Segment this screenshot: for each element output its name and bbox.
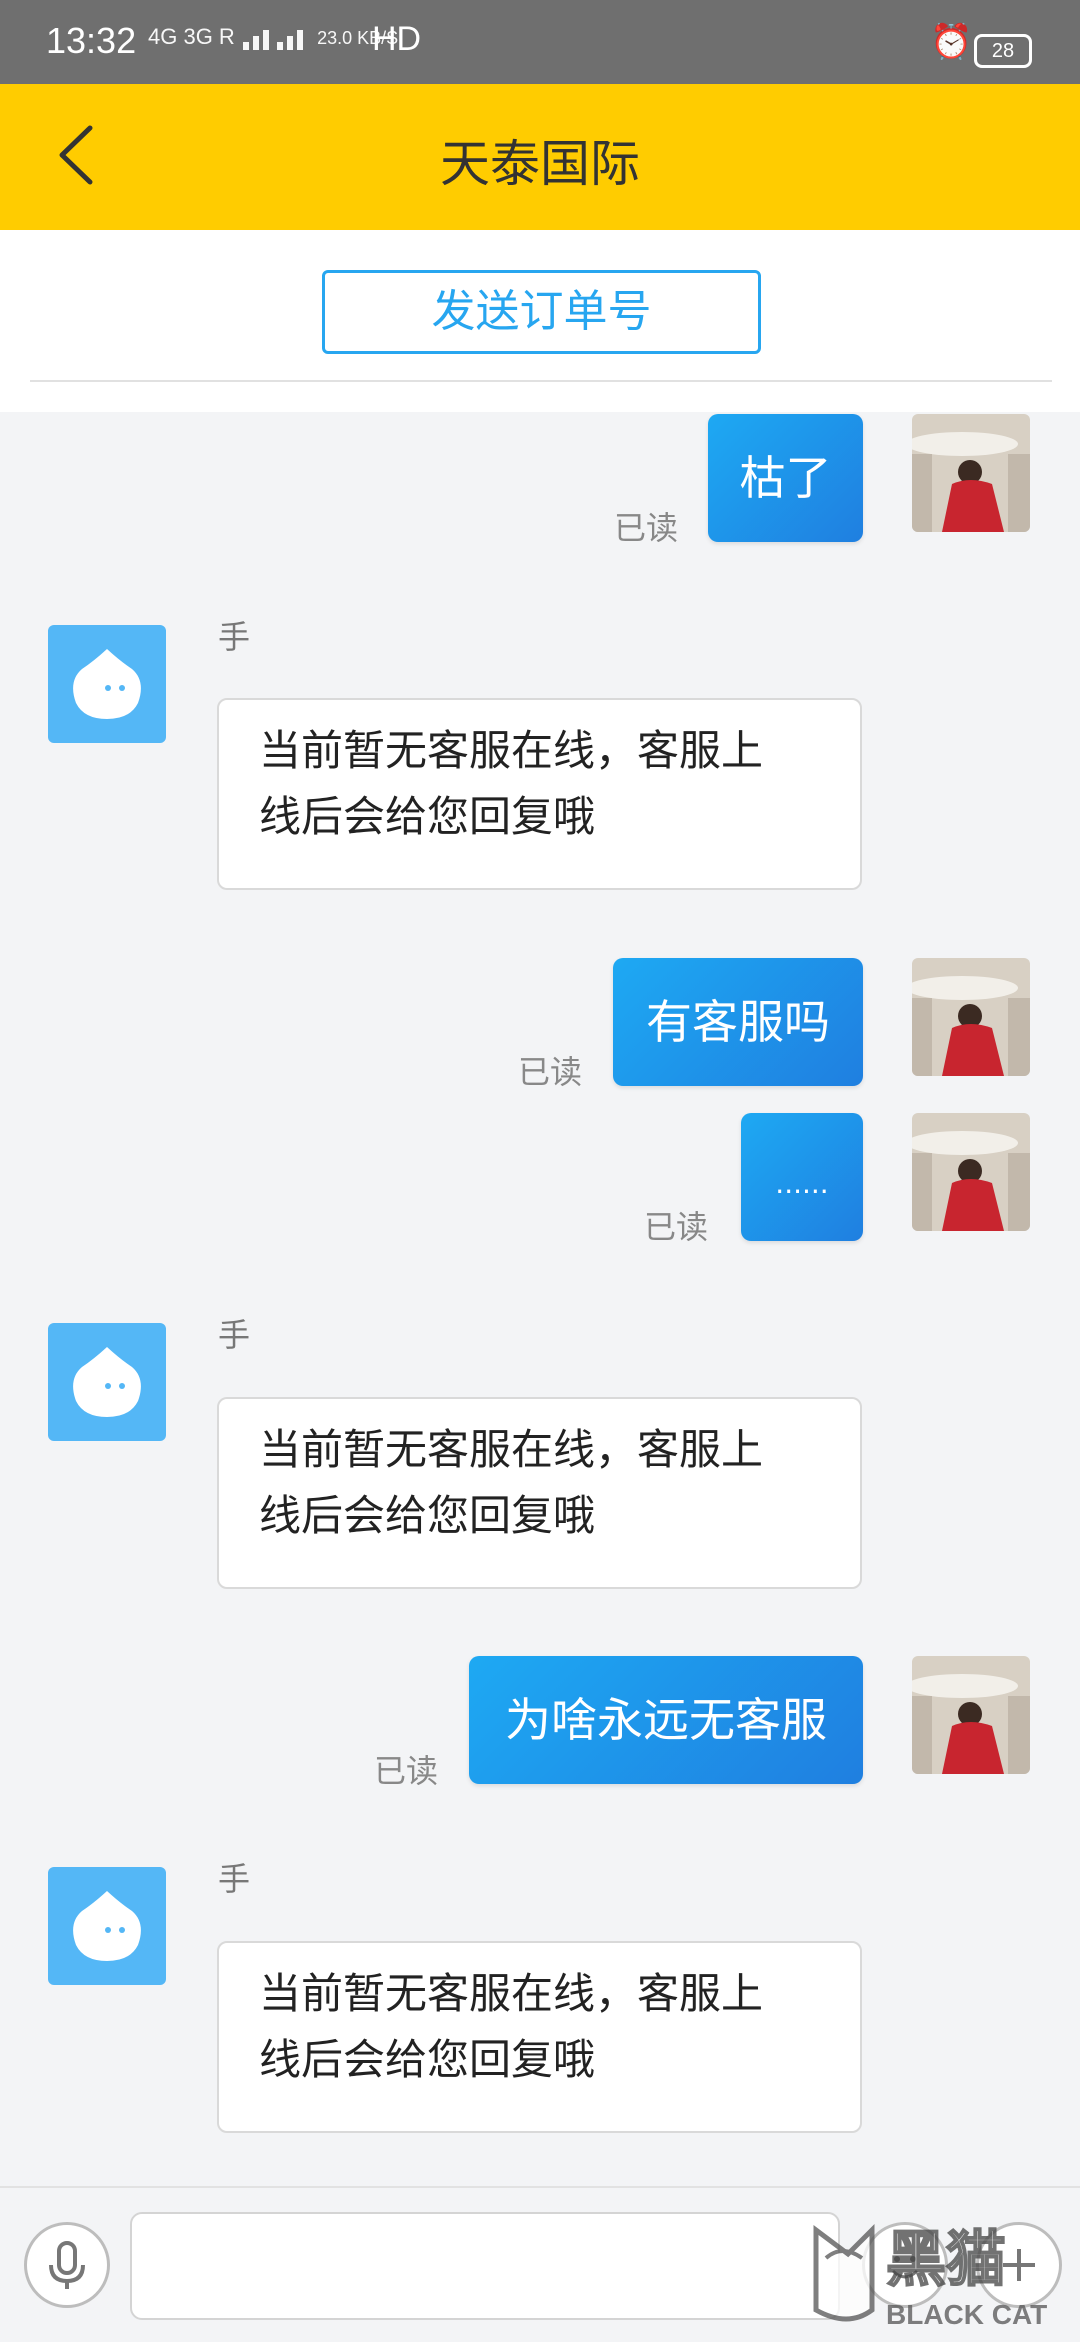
read-receipt: 已读 bbox=[518, 1053, 583, 1091]
user-message-bubble[interactable]: 有客服吗 bbox=[613, 958, 863, 1086]
bot-avatar[interactable] bbox=[48, 1323, 166, 1441]
user-avatar[interactable] bbox=[912, 958, 1030, 1076]
user-avatar[interactable] bbox=[912, 414, 1030, 532]
user-avatar[interactable] bbox=[912, 1656, 1030, 1774]
bot-avatar[interactable] bbox=[48, 625, 166, 743]
message-text: ...... bbox=[775, 1167, 829, 1200]
message-text-line: 当前暂无客服在线，客服上 bbox=[259, 1969, 764, 2018]
bot-name: 手 bbox=[218, 1860, 251, 1898]
message-text: 为啥永远无客服 bbox=[505, 1693, 827, 1747]
voice-button[interactable] bbox=[24, 2222, 110, 2308]
read-receipt: 已读 bbox=[374, 1752, 439, 1790]
user-message-bubble[interactable]: 枯了 bbox=[708, 414, 863, 542]
message-text-line: 当前暂无客服在线，客服上 bbox=[259, 1425, 764, 1474]
message-text-line: 线后会给您回复哦 bbox=[259, 2035, 596, 2084]
hd-indicator: HD bbox=[372, 20, 422, 58]
watermark-subtitle: BLACK CAT bbox=[886, 2299, 1047, 2330]
message-text: 有客服吗 bbox=[646, 995, 830, 1049]
watermark-logo: 黑猫 BLACK CAT bbox=[808, 2210, 1078, 2336]
bot-name: 手 bbox=[218, 618, 251, 656]
battery-icon: 28 bbox=[974, 34, 1032, 68]
mic-icon bbox=[49, 2241, 85, 2289]
page-title: 天泰国际 bbox=[440, 135, 640, 193]
user-message-bubble[interactable]: 为啥永远无客服 bbox=[469, 1656, 863, 1784]
watermark-title: 黑猫 bbox=[886, 2225, 1006, 2295]
user-message-bubble[interactable]: ...... bbox=[741, 1113, 863, 1241]
bot-message-bubble[interactable]: 当前暂无客服在线，客服上 线后会给您回复哦 bbox=[217, 1941, 862, 2133]
divider bbox=[30, 380, 1052, 382]
bot-message-bubble[interactable]: 当前暂无客服在线，客服上 线后会给您回复哦 bbox=[217, 1397, 862, 1589]
bot-avatar[interactable] bbox=[48, 1867, 166, 1985]
order-area: 发送订单号 bbox=[0, 230, 1080, 412]
network-label: 4G 3G R bbox=[148, 24, 235, 49]
cat-logo-icon: 黑猫 BLACK CAT bbox=[813, 2223, 1047, 2330]
message-input[interactable] bbox=[130, 2212, 840, 2320]
chat-header: 天泰国际 bbox=[0, 84, 1080, 230]
user-avatar[interactable] bbox=[912, 1113, 1030, 1231]
signal-icon bbox=[242, 30, 303, 51]
message-text: 枯了 bbox=[739, 451, 832, 505]
alarm-icon: ⏰ bbox=[930, 22, 973, 62]
message-text-line: 线后会给您回复哦 bbox=[259, 1491, 596, 1540]
network-indicator: 4G 3G R 23.0 KB/S bbox=[148, 24, 398, 52]
bot-message-bubble[interactable]: 当前暂无客服在线，客服上 线后会给您回复哦 bbox=[217, 698, 862, 890]
message-text-line: 线后会给您回复哦 bbox=[259, 792, 596, 841]
status-time: 13:32 bbox=[46, 20, 137, 61]
send-order-button[interactable]: 发送订单号 bbox=[322, 270, 761, 354]
bot-name: 手 bbox=[218, 1316, 251, 1354]
read-receipt: 已读 bbox=[644, 1208, 709, 1246]
status-bar: 13:32 4G 3G R 23.0 KB/S HD ⏰ 28 bbox=[0, 0, 1080, 84]
message-text-line: 当前暂无客服在线，客服上 bbox=[259, 726, 764, 775]
read-receipt: 已读 bbox=[614, 509, 679, 547]
